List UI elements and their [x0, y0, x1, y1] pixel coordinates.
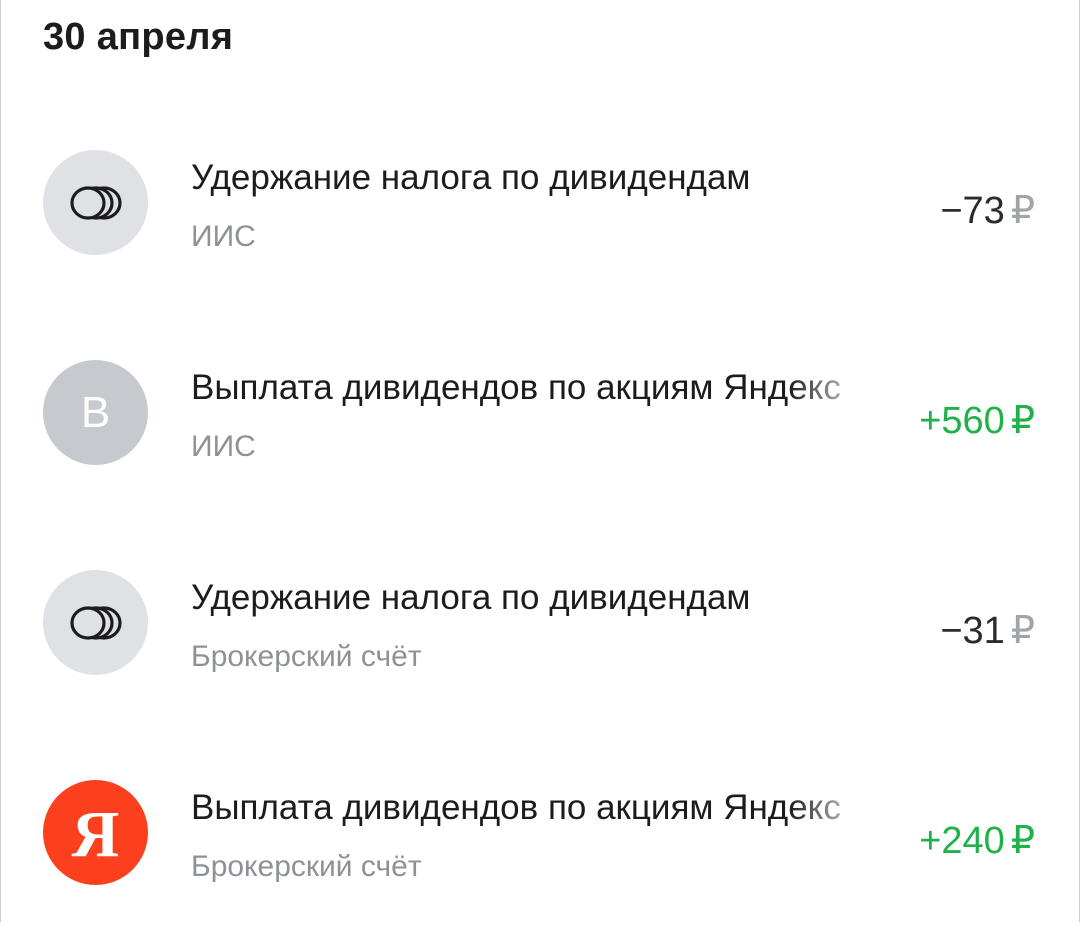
operation-title: Выплата дивидендов по акциям Яндекс: [191, 788, 841, 827]
operation-row[interactable]: Я Выплата дивидендов по акциям Яндекс Бр…: [1, 780, 1079, 930]
operations-list: 30 апреля Удержание налога по дивидендам…: [0, 0, 1080, 922]
operation-account: ИИС: [191, 430, 256, 463]
yandex-logo-icon: Я: [43, 780, 148, 885]
currency-symbol: ₽: [1010, 820, 1035, 862]
operation-account: Брокерский счёт: [191, 850, 422, 883]
operation-row[interactable]: Удержание налога по дивидендам ИИС −73 ₽: [1, 150, 1079, 300]
operation-amount: +560 ₽: [919, 398, 1035, 443]
letter-avatar: В: [43, 360, 148, 465]
currency-symbol: ₽: [1010, 400, 1035, 442]
operation-account: Брокерский счёт: [191, 640, 422, 673]
operation-account: ИИС: [191, 220, 256, 253]
avatar-letter: В: [80, 387, 111, 437]
operation-amount: −31 ₽: [940, 608, 1035, 653]
operation-title: Удержание налога по дивидендам: [191, 578, 751, 617]
currency-symbol: ₽: [1010, 190, 1035, 232]
amount-value: +560: [919, 400, 1005, 442]
currency-symbol: ₽: [1010, 610, 1035, 652]
coins-icon: [43, 570, 148, 675]
operation-row[interactable]: Удержание налога по дивидендам Брокерски…: [1, 570, 1079, 720]
amount-value: +240: [919, 820, 1005, 862]
amount-value: −31: [940, 610, 1005, 652]
date-header: 30 апреля: [43, 16, 234, 58]
operation-amount: +240 ₽: [919, 818, 1035, 863]
operation-title: Удержание налога по дивидендам: [191, 158, 751, 197]
operation-amount: −73 ₽: [940, 188, 1035, 233]
yandex-logo-letter: Я: [71, 797, 120, 871]
operation-row[interactable]: В Выплата дивидендов по акциям Яндекс ИИ…: [1, 360, 1079, 510]
operation-title: Выплата дивидендов по акциям Яндекс: [191, 368, 841, 407]
coins-icon: [43, 150, 148, 255]
amount-value: −73: [940, 190, 1005, 232]
